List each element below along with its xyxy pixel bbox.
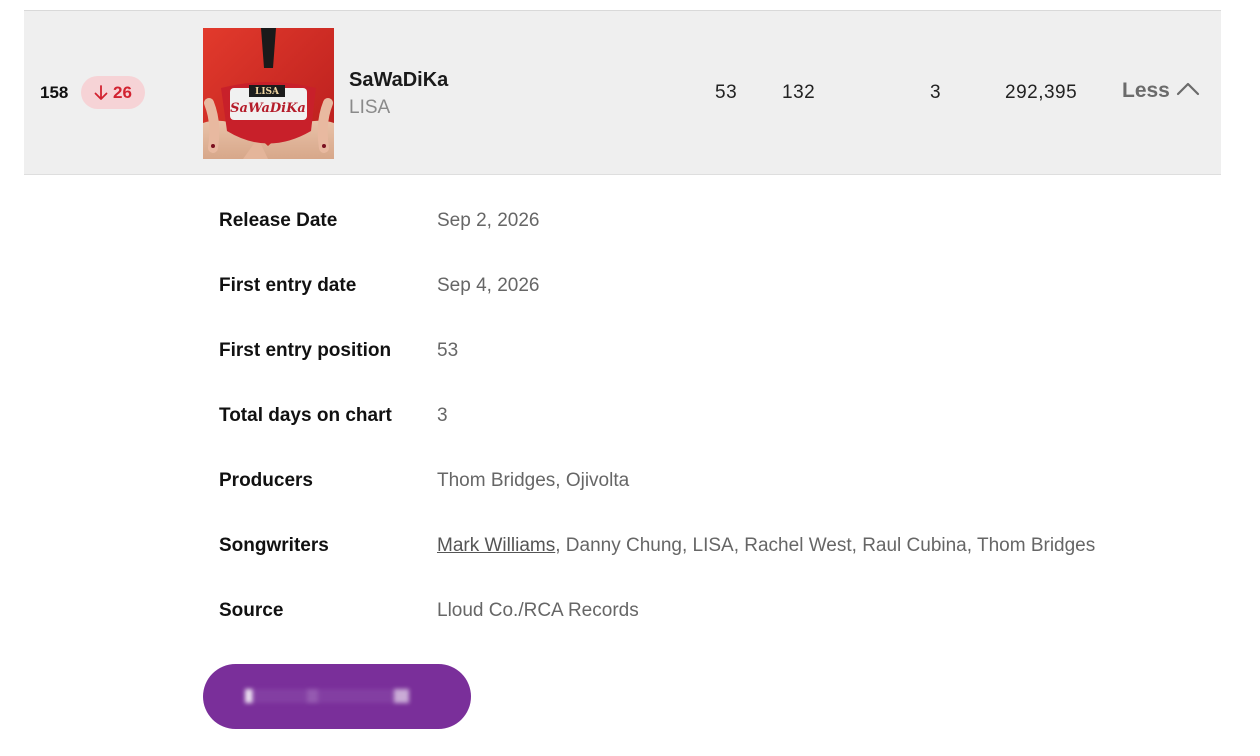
detail-label: Source <box>219 600 284 621</box>
details-panel: Release Date Sep 2, 2026 First entry dat… <box>219 189 1219 644</box>
svg-text:SaWaDiKa: SaWaDiKa <box>230 101 306 116</box>
stat-previous: 132 <box>782 82 816 103</box>
detail-value: Sep 2, 2026 <box>437 210 540 231</box>
songwriter-link[interactable]: Mark Williams <box>437 535 555 556</box>
detail-row-first-entry-position: First entry position 53 <box>219 319 1219 384</box>
primary-action-button[interactable] <box>203 664 471 729</box>
detail-value: Sep 4, 2026 <box>437 275 540 296</box>
artist-name[interactable]: LISA <box>349 97 390 119</box>
chart-entry-row[interactable]: 158 26 LISA SaWaDiKa SaWaDiKa LISA 53 13… <box>24 11 1221 175</box>
stat-days: 3 <box>930 82 942 103</box>
song-title[interactable]: SaWaDiKa <box>349 69 448 92</box>
detail-row-release-date: Release Date Sep 2, 2026 <box>219 189 1219 254</box>
detail-value: Mark Williams, Danny Chung, LISA, Rachel… <box>437 535 1095 557</box>
stat-streams: 292,395 <box>1005 82 1078 103</box>
detail-label: Songwriters <box>219 535 329 556</box>
stat-peak: 53 <box>715 82 738 103</box>
movement-badge: 26 <box>81 76 145 109</box>
detail-label: First entry position <box>219 340 392 361</box>
svg-text:LISA: LISA <box>255 87 280 97</box>
detail-label: First entry date <box>219 275 357 296</box>
detail-value: Thom Bridges, Ojivolta <box>437 470 630 491</box>
detail-value: 3 <box>437 405 448 426</box>
detail-row-first-entry-date: First entry date Sep 4, 2026 <box>219 254 1219 319</box>
arrow-down-icon <box>94 84 108 101</box>
detail-label: Total days on chart <box>219 405 392 426</box>
songwriters-rest: , Danny Chung, LISA, Rachel West, Raul C… <box>555 535 1096 556</box>
detail-label: Release Date <box>219 210 338 231</box>
detail-row-songwriters: Songwriters Mark Williams, Danny Chung, … <box>219 514 1219 579</box>
blurred-button-label <box>245 689 427 703</box>
less-toggle-button[interactable]: Less <box>1122 79 1200 103</box>
detail-row-producers: Producers Thom Bridges, Ojivolta <box>219 449 1219 514</box>
detail-row-total-days: Total days on chart 3 <box>219 384 1219 449</box>
detail-label: Producers <box>219 470 313 491</box>
chevron-up-icon <box>1176 79 1200 103</box>
album-cover-image[interactable]: LISA SaWaDiKa <box>203 28 334 159</box>
movement-value: 26 <box>113 82 132 102</box>
toggle-label: Less <box>1122 79 1170 102</box>
detail-value: 53 <box>437 340 459 361</box>
detail-row-source: Source Lloud Co./RCA Records <box>219 579 1219 644</box>
rank-number: 158 <box>40 83 69 102</box>
detail-value: Lloud Co./RCA Records <box>437 600 639 621</box>
